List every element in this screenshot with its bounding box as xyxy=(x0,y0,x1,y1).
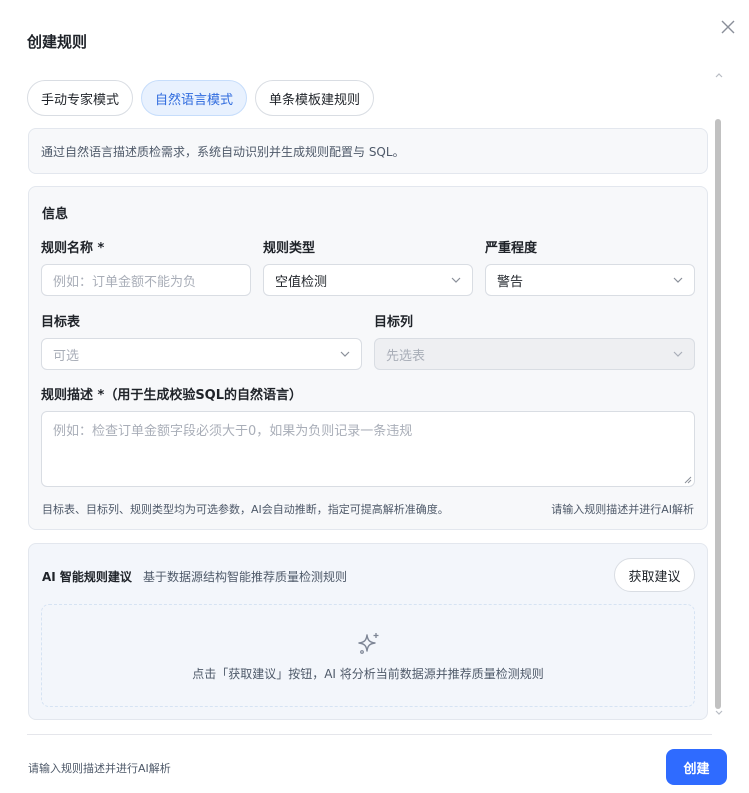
ai-empty-state: 点击「获取建议」按钮，AI 将分析当前数据源并推荐质量检测规则 xyxy=(41,604,695,707)
scroll-up-arrow-icon[interactable] xyxy=(714,71,724,79)
rule-name-input[interactable]: 例如：订单金额不能为负 xyxy=(41,264,251,296)
get-suggestions-button[interactable]: 获取建议 xyxy=(614,558,695,592)
tab-single-template[interactable]: 单条模板建规则 xyxy=(255,80,375,116)
description-placeholder: 例如：检查订单金额字段必须大于0，如果为负则记录一条违规 xyxy=(53,424,413,439)
description-textarea[interactable]: 例如：检查订单金额字段必须大于0，如果为负则记录一条违规 xyxy=(41,411,695,487)
chevron-down-icon xyxy=(340,351,350,357)
rule-type-value: 空值检测 xyxy=(275,274,328,290)
target-table-select[interactable]: 可选 xyxy=(41,338,362,370)
ai-suggestion-subtitle: 基于数据源结构智能推荐质量检测规则 xyxy=(143,570,348,584)
description-footnote: 目标表、目标列、规则类型均为可选参数，AI会自动推断，指定可提高解析准确度。 xyxy=(42,503,449,516)
rule-type-label: 规则类型 xyxy=(263,241,316,256)
severity-select[interactable]: 警告 xyxy=(485,264,695,296)
mode-hint-text: 通过自然语言描述质检需求，系统自动识别并生成规则配置与 SQL。 xyxy=(41,144,405,159)
close-icon xyxy=(721,20,735,34)
rule-name-placeholder: 例如：订单金额不能为负 xyxy=(53,274,197,290)
severity-value: 警告 xyxy=(497,274,524,290)
tab-manual-expert[interactable]: 手动专家模式 xyxy=(27,80,134,116)
rule-type-select[interactable]: 空值检测 xyxy=(263,264,473,296)
create-button[interactable]: 创建 xyxy=(666,749,727,785)
severity-label: 严重程度 xyxy=(485,241,538,256)
chevron-down-icon xyxy=(673,277,683,283)
target-column-label: 目标列 xyxy=(374,315,414,330)
info-card-title: 信息 xyxy=(42,207,69,222)
description-label: 规则描述 *（用于生成校验SQL的自然语言） xyxy=(41,388,303,403)
chevron-down-icon xyxy=(451,277,461,283)
tab-natural-language[interactable]: 自然语言模式 xyxy=(141,80,248,116)
close-button[interactable] xyxy=(715,14,741,40)
scrollbar-thumb[interactable] xyxy=(715,119,721,709)
scroll-down-arrow-icon[interactable] xyxy=(714,709,724,717)
ai-suggestion-card: AI 智能规则建议 基于数据源结构智能推荐质量检测规则 获取建议 点击「获取建议… xyxy=(28,543,708,720)
target-column-placeholder: 先选表 xyxy=(386,348,426,364)
sparkle-icon xyxy=(358,633,379,654)
dialog-title: 创建规则 xyxy=(27,33,88,51)
footer-status: 请输入规则描述并进行AI解析 xyxy=(28,762,171,775)
mode-tabs: 手动专家模式 自然语言模式 单条模板建规则 xyxy=(27,80,375,116)
parse-status: 请输入规则描述并进行AI解析 xyxy=(551,503,694,516)
rule-name-label: 规则名称 * xyxy=(41,241,105,256)
target-column-select[interactable]: 先选表 xyxy=(374,338,695,370)
chevron-down-icon xyxy=(673,351,683,357)
ai-suggestion-title: AI 智能规则建议 xyxy=(42,570,132,584)
mode-hint: 通过自然语言描述质检需求，系统自动识别并生成规则配置与 SQL。 xyxy=(28,128,708,174)
footer-divider xyxy=(27,734,712,735)
ai-empty-text: 点击「获取建议」按钮，AI 将分析当前数据源并推荐质量检测规则 xyxy=(192,667,544,681)
resize-handle-icon[interactable] xyxy=(684,476,692,484)
target-table-placeholder: 可选 xyxy=(53,348,80,364)
info-card: 信息 规则名称 * 例如：订单金额不能为负 规则类型 空值检测 严重程度 警告 … xyxy=(28,186,708,530)
target-table-label: 目标表 xyxy=(41,315,81,330)
